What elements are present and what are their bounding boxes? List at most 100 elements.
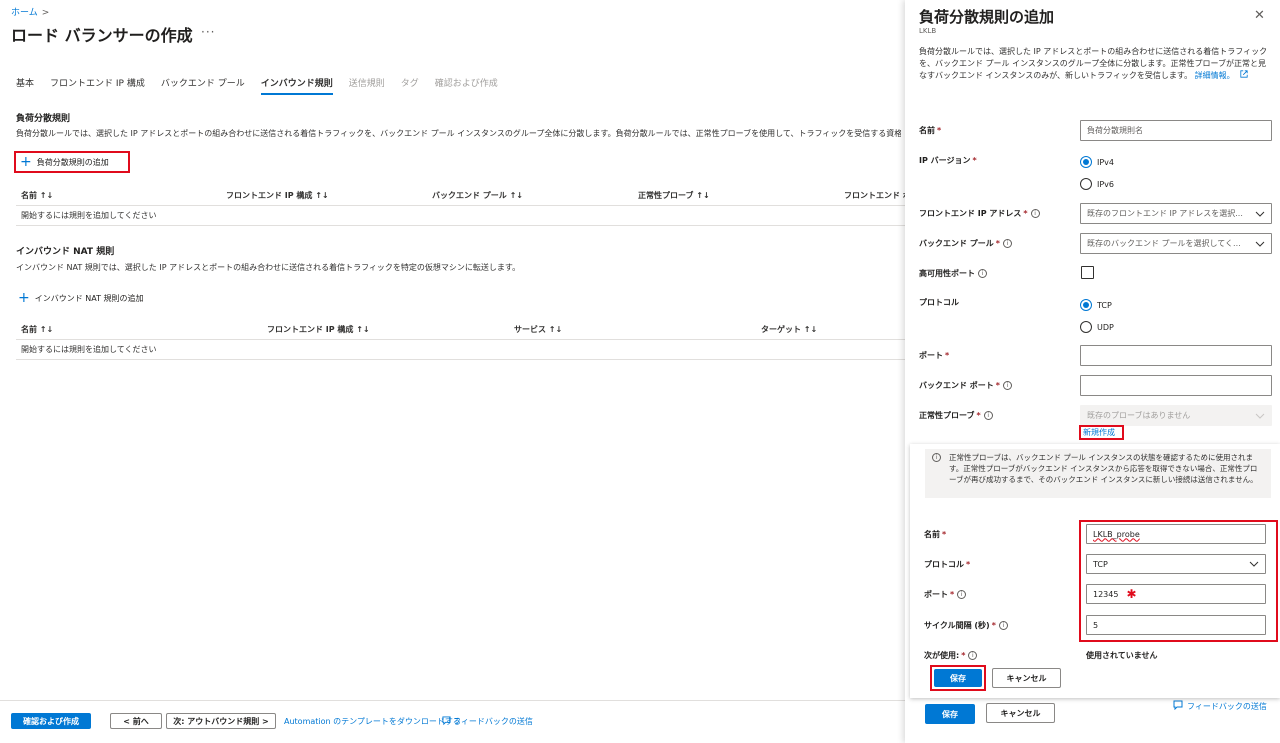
- create-new-probe-link[interactable]: 新規作成: [1079, 425, 1124, 440]
- column-header-frontend-ip[interactable]: フロントエンド IP 構成 ↑↓: [267, 324, 370, 335]
- learn-more-link[interactable]: 詳細情報。: [1195, 71, 1235, 80]
- port-input[interactable]: [1080, 345, 1272, 366]
- save-button[interactable]: 保存: [925, 704, 975, 724]
- column-header-target[interactable]: ターゲット ↑↓: [761, 324, 817, 335]
- ha-ports-checkbox[interactable]: [1081, 266, 1094, 279]
- radio-tcp[interactable]: TCP: [1080, 299, 1112, 311]
- radio-ipv4[interactable]: IPv4: [1080, 156, 1114, 168]
- frontend-ip-label-text: フロントエンド IP アドレス: [919, 209, 1022, 218]
- breadcrumb-separator: >: [41, 8, 50, 18]
- info-icon[interactable]: i: [1002, 381, 1012, 390]
- tab-backend-pools[interactable]: バックエンド プール: [161, 76, 245, 95]
- backend-port-label-text: バックエンド ポート: [919, 381, 994, 390]
- probe-name-label: 名前 *: [924, 530, 947, 539]
- probe-fields-highlight: [1079, 520, 1278, 642]
- tab-basics[interactable]: 基本: [16, 76, 34, 95]
- column-header-health-probe[interactable]: 正常性プローブ ↑↓: [638, 190, 710, 201]
- probe-save-highlight: 保存: [930, 665, 986, 691]
- nat-rules-grid-header: 名前 ↑↓ フロントエンド IP 構成 ↑↓ サービス ↑↓ ターゲット ↑↓: [16, 318, 905, 340]
- info-icon[interactable]: i: [983, 411, 993, 420]
- plus-icon: +: [20, 154, 32, 170]
- previous-button[interactable]: < 前へ: [110, 713, 162, 729]
- radio-unselected-icon: [1080, 178, 1092, 190]
- tab-review-create[interactable]: 確認および作成: [435, 76, 498, 95]
- tab-tags[interactable]: タグ: [401, 76, 419, 95]
- download-template-link[interactable]: Automation のテンプレートをダウンロードする: [284, 716, 461, 727]
- name-label: 名前 *: [919, 126, 942, 135]
- column-header-service[interactable]: サービス ↑↓: [514, 324, 562, 335]
- info-icon[interactable]: i: [968, 651, 978, 660]
- backend-pool-dropdown[interactable]: 既存のバックエンド プールを選択してく...: [1080, 233, 1272, 254]
- column-header-name[interactable]: 名前 ↑↓: [21, 324, 53, 335]
- lb-rules-grid-header: 名前 ↑↓ フロントエンド IP 構成 ↑↓ バックエンド プール ↑↓ 正常性…: [16, 184, 927, 206]
- backend-pool-label-text: バックエンド プール: [919, 239, 994, 248]
- probe-info-bar: i 正常性プローブは、バックエンド プール インスタンスの状態を確認するために使…: [925, 449, 1271, 498]
- info-icon: i: [932, 453, 941, 462]
- probe-name-label-text: 名前: [924, 530, 940, 539]
- feedback-icon: [1173, 700, 1183, 712]
- tab-frontend-ip[interactable]: フロントエンド IP 構成: [50, 76, 145, 95]
- probe-cancel-button[interactable]: キャンセル: [992, 668, 1061, 688]
- health-probe-label-text: 正常性プローブ: [919, 411, 975, 420]
- probe-usedby-label: 次が使用: * i: [924, 650, 978, 661]
- panel-feedback-label: フィードバックの送信: [1187, 701, 1267, 711]
- column-header-name[interactable]: 名前 ↑↓: [21, 190, 53, 201]
- info-icon[interactable]: i: [998, 621, 1008, 630]
- radio-ipv6-label: IPv6: [1097, 179, 1115, 189]
- panel-subtitle: LKLB: [919, 27, 937, 35]
- add-nat-rule-button[interactable]: + インバウンド NAT 規則の追加: [18, 291, 144, 305]
- protocol-label: プロトコル: [919, 298, 959, 307]
- radio-udp-label: UDP: [1097, 322, 1114, 332]
- backend-pool-label: バックエンド プール * i: [919, 238, 1012, 249]
- nat-rules-title: インバウンド NAT 規則: [16, 247, 115, 257]
- probe-port-label: ポート * i: [924, 589, 967, 600]
- health-probe-dropdown[interactable]: 既存のプローブはありません: [1080, 405, 1272, 426]
- ip-version-label: IP バージョン *: [919, 156, 977, 165]
- breadcrumb-home[interactable]: ホーム: [11, 8, 38, 18]
- probe-protocol-label-text: プロトコル: [924, 560, 964, 569]
- health-probe-label: 正常性プローブ * i: [919, 410, 993, 421]
- info-icon[interactable]: i: [978, 269, 987, 278]
- frontend-ip-placeholder: 既存のフロントエンド IP アドレスを選択...: [1087, 209, 1243, 218]
- radio-ipv6[interactable]: IPv6: [1080, 178, 1114, 190]
- panel-feedback-link[interactable]: フィードバックの送信: [1173, 700, 1267, 712]
- probe-info-text: 正常性プローブは、バックエンド プール インスタンスの状態を確認するために使用さ…: [949, 453, 1258, 484]
- info-icon[interactable]: i: [957, 590, 967, 599]
- info-icon[interactable]: i: [1030, 209, 1040, 218]
- column-header-frontend-ip[interactable]: フロントエンド IP 構成 ↑↓: [226, 190, 329, 201]
- external-link-icon: [1240, 70, 1248, 80]
- panel-title: 負荷分散規則の追加: [919, 8, 1055, 26]
- chevron-down-icon: [1255, 241, 1265, 247]
- cancel-button[interactable]: キャンセル: [986, 703, 1055, 723]
- port-label: ポート *: [919, 351, 950, 360]
- probe-interval-label-text: サイクル間隔 (秒): [924, 621, 990, 630]
- rule-name-placeholder: 負荷分散規則名: [1087, 126, 1143, 135]
- column-header-backend-pool[interactable]: バックエンド プール ↑↓: [432, 190, 523, 201]
- backend-port-input[interactable]: [1080, 375, 1272, 396]
- info-icon[interactable]: i: [1002, 239, 1012, 248]
- rule-name-input[interactable]: 負荷分散規則名: [1080, 120, 1272, 141]
- chevron-down-icon: [1255, 413, 1265, 419]
- radio-selected-icon: [1080, 299, 1092, 311]
- add-lb-rule-button[interactable]: + 負荷分散規則の追加: [14, 151, 130, 173]
- chevron-down-icon: [1255, 211, 1265, 217]
- radio-selected-icon: [1080, 156, 1092, 168]
- tab-outbound-rules[interactable]: 送信規則: [349, 76, 385, 95]
- frontend-ip-dropdown[interactable]: 既存のフロントエンド IP アドレスを選択...: [1080, 203, 1272, 224]
- close-icon[interactable]: ✕: [1254, 8, 1265, 23]
- probe-save-button[interactable]: 保存: [934, 669, 982, 687]
- ip-version-label-text: IP バージョン: [919, 156, 971, 165]
- page-title: ロード バランサーの作成: [11, 26, 193, 45]
- nat-rules-empty-row: 開始するには規則を追加してください: [16, 340, 905, 360]
- next-button[interactable]: 次: アウトバウンド規則 >: [166, 713, 276, 729]
- lb-rules-description: 負荷分散ルールでは、選択した IP アドレスとポートの組み合わせに送信される着信…: [16, 129, 901, 138]
- review-create-button[interactable]: 確認および作成: [11, 713, 91, 729]
- feedback-link[interactable]: フィードバックの送信: [442, 716, 533, 727]
- radio-udp[interactable]: UDP: [1080, 321, 1114, 333]
- probe-usedby-value: 使用されていません: [1086, 651, 1158, 660]
- more-options-icon[interactable]: ···: [201, 25, 215, 39]
- radio-unselected-icon: [1080, 321, 1092, 333]
- name-label-text: 名前: [919, 126, 935, 135]
- ha-ports-label: 高可用性ポート i: [919, 268, 987, 279]
- tab-inbound-rules[interactable]: インバウンド規則: [260, 76, 333, 95]
